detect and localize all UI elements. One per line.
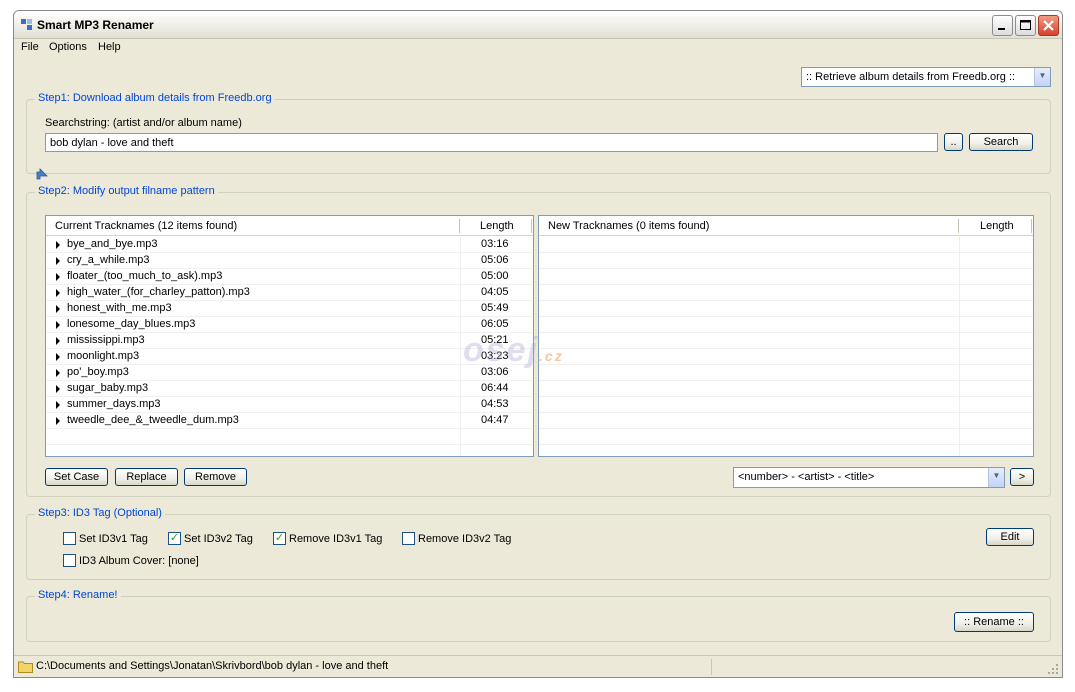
track-name: floater_(too_much_to_ask).mp3 [67, 270, 223, 282]
table-row[interactable]: summer_days.mp3 04:53 [46, 397, 533, 413]
step1-title: Step1: Download album details from Freed… [35, 92, 275, 104]
maximize-icon [1020, 20, 1031, 30]
table-row[interactable]: mississippi.mp3 05:21 [46, 333, 533, 349]
track-name: bye_and_bye.mp3 [67, 238, 158, 250]
step1-group: Step1: Download album details from Freed… [26, 92, 1051, 174]
apply-pattern-button[interactable]: > [1010, 468, 1034, 486]
step4-group: Step4: Rename! :: Rename :: [26, 589, 1051, 642]
watermark-suffix: .cz [539, 348, 564, 364]
set-id3v1-label[interactable]: Set ID3v1 Tag [79, 533, 148, 545]
chevron-down-icon[interactable]: ▼ [988, 468, 1004, 487]
pattern-selector[interactable]: <number> - <artist> - <title> ▼ [733, 467, 1005, 488]
track-name: cry_a_while.mp3 [67, 254, 150, 266]
track-name: summer_days.mp3 [67, 398, 161, 410]
close-button[interactable] [1038, 15, 1059, 36]
track-length: 03:16 [481, 238, 509, 250]
table-row[interactable]: moonlight.mp3 03:23 [46, 349, 533, 365]
track-length: 05:49 [481, 302, 509, 314]
resize-grip-icon[interactable] [1047, 663, 1059, 675]
remove-button[interactable]: Remove [184, 468, 247, 486]
new-tracks-col-name[interactable]: New Tracknames (0 items found) [548, 220, 709, 232]
track-name: mississippi.mp3 [67, 334, 145, 346]
watermark-logo: osej.cz [463, 331, 564, 370]
set-id3v2-label[interactable]: Set ID3v2 Tag [184, 533, 253, 545]
search-label: Searchstring: (artist and/or album name) [45, 117, 242, 129]
replace-button[interactable]: Replace [115, 468, 178, 486]
minimize-button[interactable] [992, 15, 1013, 36]
status-bar: C:\Documents and Settings\Jonatan\Skrivb… [14, 655, 1062, 677]
album-cover-checkbox[interactable] [63, 554, 76, 567]
table-row[interactable]: sugar_baby.mp3 06:44 [46, 381, 533, 397]
step3-title: Step3: ID3 Tag (Optional) [35, 507, 165, 519]
step3-group: Step3: ID3 Tag (Optional) Set ID3v1 Tag … [26, 507, 1051, 580]
menu-options[interactable]: Options [49, 41, 87, 53]
track-name: high_water_(for_charley_patton).mp3 [67, 286, 250, 298]
table-row[interactable]: high_water_(for_charley_patton).mp3 04:05 [46, 285, 533, 301]
track-name: tweedle_dee_&_tweedle_dum.mp3 [67, 414, 239, 426]
chevron-down-icon[interactable]: ▼ [1034, 68, 1050, 86]
new-tracks-header: New Tracknames (0 items found) Length [539, 216, 1033, 236]
pattern-selector-value: <number> - <artist> - <title> [738, 471, 875, 483]
menu-file[interactable]: File [21, 41, 39, 53]
window-title: Smart MP3 Renamer [37, 18, 154, 32]
table-row[interactable]: honest_with_me.mp3 05:49 [46, 301, 533, 317]
new-tracks-list[interactable]: New Tracknames (0 items found) Length [538, 215, 1034, 457]
remove-id3v1-label[interactable]: Remove ID3v1 Tag [289, 533, 382, 545]
folder-icon [18, 661, 33, 673]
track-length: 05:00 [481, 270, 509, 282]
menu-help[interactable]: Help [98, 41, 121, 53]
set-case-button[interactable]: Set Case [45, 468, 108, 486]
track-name: sugar_baby.mp3 [67, 382, 149, 394]
table-row[interactable]: po'_boy.mp3 03:06 [46, 365, 533, 381]
track-length: 04:47 [481, 414, 509, 426]
edit-button[interactable]: Edit [986, 528, 1034, 546]
track-name: po'_boy.mp3 [67, 366, 129, 378]
current-tracks-header: Current Tracknames (12 items found) Leng… [46, 216, 533, 236]
set-id3v2-checkbox[interactable]: ✓ [168, 532, 181, 545]
track-length: 05:06 [481, 254, 509, 266]
app-icon [21, 19, 32, 30]
track-name: honest_with_me.mp3 [67, 302, 172, 314]
app-window: Smart MP3 Renamer File Options Help :: R… [13, 10, 1063, 678]
browse-button[interactable]: .. [944, 133, 963, 151]
new-tracks-rows [539, 237, 1033, 445]
close-icon [1043, 20, 1054, 31]
current-tracks-col-name[interactable]: Current Tracknames (12 items found) [55, 220, 237, 232]
current-tracks-list[interactable]: Current Tracknames (12 items found) Leng… [45, 215, 534, 457]
track-length: 06:05 [481, 318, 509, 330]
album-cover-label[interactable]: ID3 Album Cover: [none] [79, 555, 199, 567]
search-input-value: bob dylan - love and theft [50, 137, 174, 149]
table-row[interactable]: floater_(too_much_to_ask).mp3 05:00 [46, 269, 533, 285]
table-row[interactable]: lonesome_day_blues.mp3 06:05 [46, 317, 533, 333]
rename-button[interactable]: :: Rename :: [954, 612, 1034, 632]
new-tracks-col-length[interactable]: Length [980, 220, 1014, 232]
current-tracks-rows: bye_and_bye.mp3 03:16 cry_a_while.mp3 05:0… [46, 237, 533, 445]
watermark-text: osej [463, 331, 540, 369]
table-row[interactable]: cry_a_while.mp3 05:06 [46, 253, 533, 269]
expand-arrow-icon[interactable] [35, 167, 49, 181]
track-length: 06:44 [481, 382, 509, 394]
current-tracks-col-length[interactable]: Length [480, 220, 514, 232]
remove-id3v2-label[interactable]: Remove ID3v2 Tag [418, 533, 511, 545]
menu-bar: File Options Help [14, 39, 1062, 57]
remove-id3v2-checkbox[interactable] [402, 532, 415, 545]
source-selector-value: :: Retrieve album details from Freedb.or… [806, 71, 1016, 83]
source-selector[interactable]: :: Retrieve album details from Freedb.or… [801, 67, 1051, 87]
step2-title: Step2: Modify output filname pattern [35, 185, 218, 197]
search-button[interactable]: Search [969, 133, 1033, 151]
minimize-icon [998, 28, 1005, 30]
table-row[interactable]: tweedle_dee_&_tweedle_dum.mp3 04:47 [46, 413, 533, 429]
title-bar[interactable]: Smart MP3 Renamer [14, 11, 1062, 39]
track-name: moonlight.mp3 [67, 350, 140, 362]
remove-id3v1-checkbox[interactable]: ✓ [273, 532, 286, 545]
set-id3v1-checkbox[interactable] [63, 532, 76, 545]
track-length: 04:05 [481, 286, 509, 298]
table-row[interactable]: bye_and_bye.mp3 03:16 [46, 237, 533, 253]
track-name: lonesome_day_blues.mp3 [67, 318, 196, 330]
step4-title: Step4: Rename! [35, 589, 121, 601]
maximize-button[interactable] [1015, 15, 1036, 36]
status-path: C:\Documents and Settings\Jonatan\Skrivb… [36, 660, 389, 672]
search-input[interactable]: bob dylan - love and theft [45, 133, 938, 152]
track-length: 04:53 [481, 398, 509, 410]
